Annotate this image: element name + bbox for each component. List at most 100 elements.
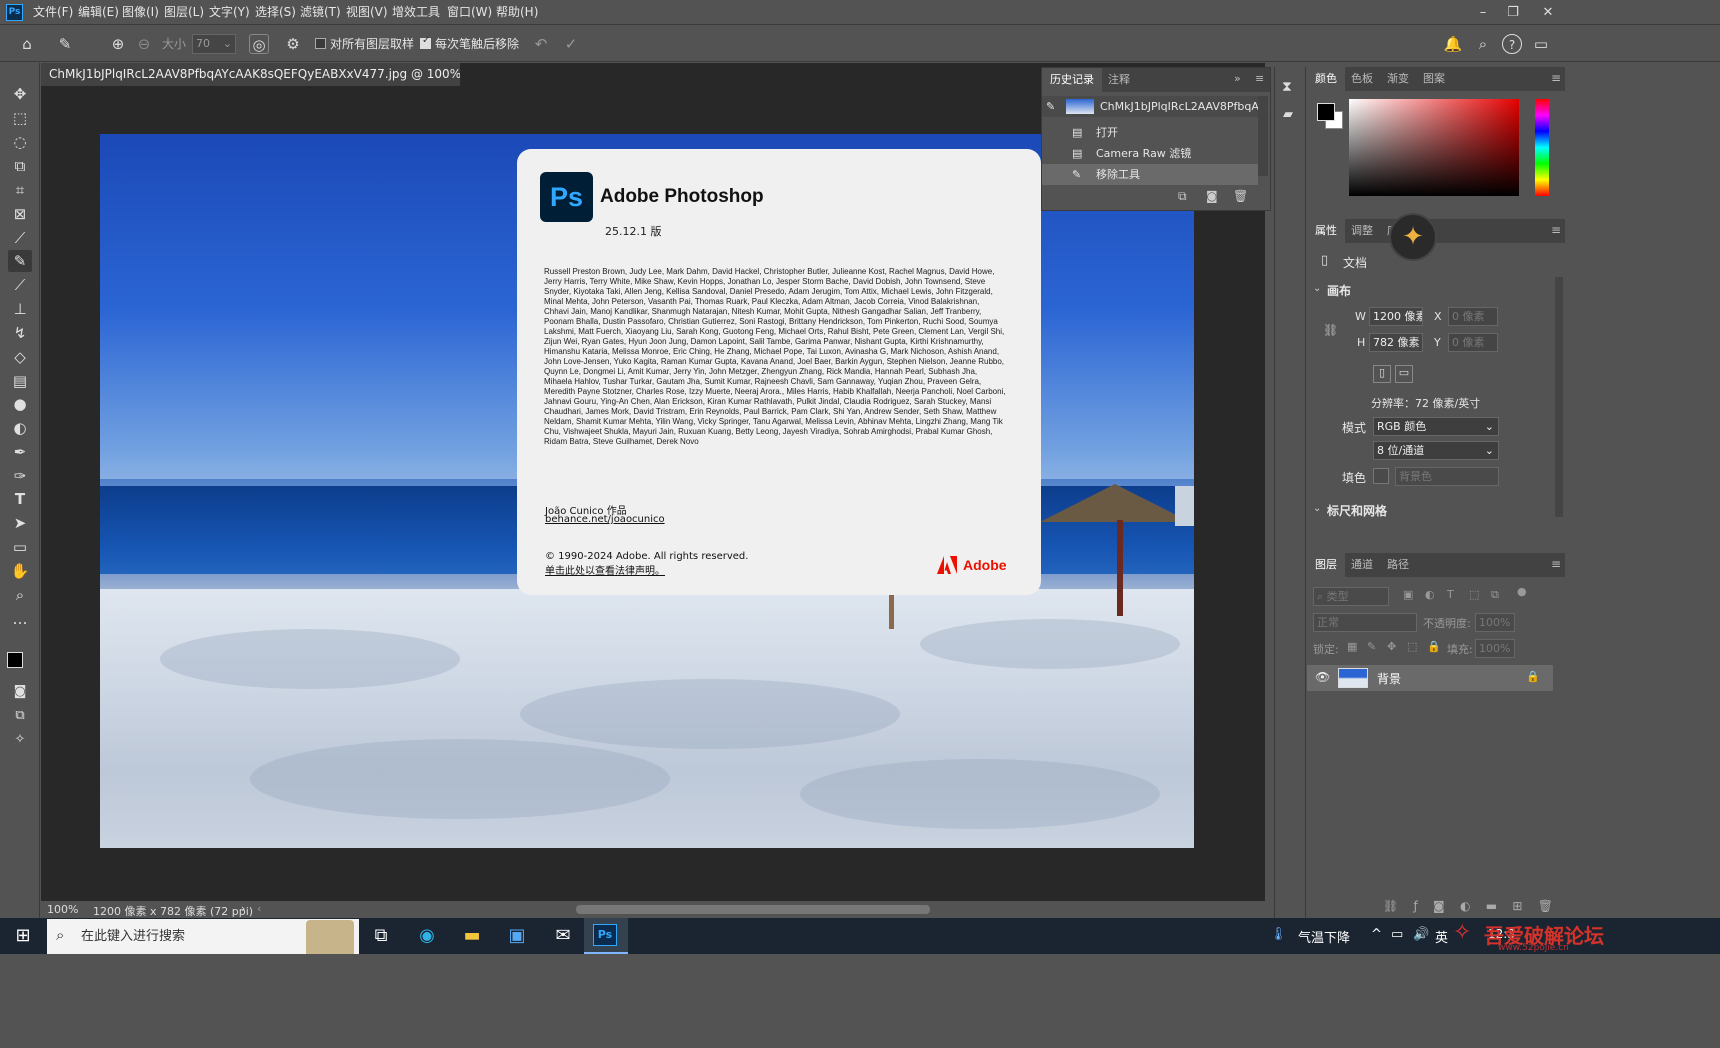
workspace-icon[interactable]: ▭ bbox=[1531, 34, 1551, 54]
search-icon[interactable]: ⌕ bbox=[1473, 34, 1493, 54]
menu-file[interactable]: 文件(F) bbox=[33, 0, 73, 25]
subtract-brush-icon[interactable]: ⊖ bbox=[134, 34, 154, 54]
home-icon[interactable]: ⌂ bbox=[17, 34, 37, 54]
fill-select[interactable]: 背景色 bbox=[1395, 467, 1499, 486]
lock-all-icon[interactable]: 🔒 bbox=[1427, 640, 1441, 653]
menu-window[interactable]: 窗口(W) bbox=[447, 0, 492, 25]
foreground-color-swatch[interactable] bbox=[7, 652, 23, 668]
quick-mask-icon[interactable]: ◙ bbox=[8, 681, 32, 703]
fg-swatch[interactable] bbox=[1317, 103, 1335, 121]
about-photoshop-dialog[interactable]: Ps Adobe Photoshop 25.12.1 版 Russell Pre… bbox=[517, 149, 1041, 595]
scroll-left-arrow[interactable]: ‹ bbox=[257, 902, 261, 915]
portrait-orientation-icon[interactable]: ▯ bbox=[1373, 365, 1391, 383]
notification-bell-icon[interactable]: 🔔 bbox=[1443, 34, 1463, 54]
filter-adjustment-icon[interactable]: ◐ bbox=[1425, 588, 1435, 601]
menu-layer[interactable]: 图层(L) bbox=[164, 0, 204, 25]
fill-color-swatch[interactable] bbox=[1373, 468, 1389, 484]
artwork-link[interactable]: behance.net/joaocunico bbox=[545, 514, 665, 525]
hand-tool-icon[interactable]: ✋ bbox=[8, 560, 32, 582]
adjustment-layer-icon[interactable]: ◐ bbox=[1460, 899, 1470, 913]
weather-text[interactable]: 气温下降 bbox=[1298, 927, 1350, 946]
history-brush-tool-icon[interactable]: ↯ bbox=[8, 322, 32, 344]
filter-shape-icon[interactable]: ⬚ bbox=[1469, 588, 1479, 601]
status-menu-arrow[interactable]: › bbox=[241, 902, 245, 915]
filter-toggle-icon[interactable]: ● bbox=[1517, 585, 1527, 598]
menu-help[interactable]: 帮助(H) bbox=[496, 0, 538, 25]
remove-tool-icon[interactable]: ✎ bbox=[55, 34, 75, 54]
tab-notes[interactable]: 注释 bbox=[1100, 68, 1138, 92]
network-icon[interactable]: ▭ bbox=[1391, 927, 1403, 942]
blend-mode-select[interactable]: 正常 bbox=[1313, 613, 1417, 632]
history-item-selected[interactable]: ✎ 移除工具 bbox=[1042, 164, 1258, 185]
eraser-tool-icon[interactable]: ◇ bbox=[8, 346, 32, 368]
y-input[interactable]: 0 像素 bbox=[1448, 333, 1498, 352]
menu-view[interactable]: 视图(V) bbox=[346, 0, 388, 25]
remove-after-stroke-checkbox[interactable] bbox=[420, 35, 431, 49]
new-document-from-state-icon[interactable]: ⧉ bbox=[1178, 189, 1187, 204]
photoshop-taskbar-button[interactable]: Ps bbox=[584, 918, 628, 954]
tab-adjustments[interactable]: 调整 bbox=[1343, 219, 1381, 243]
menu-filter[interactable]: 滤镜(T) bbox=[300, 0, 341, 25]
properties-menu-icon[interactable]: ≡ bbox=[1551, 223, 1561, 237]
layers-menu-icon[interactable]: ≡ bbox=[1551, 557, 1561, 571]
edge-browser-icon[interactable]: ◉ bbox=[412, 923, 442, 949]
lasso-tool-icon[interactable]: ◌ bbox=[8, 131, 32, 153]
undo-icon[interactable]: ↶ bbox=[531, 34, 551, 54]
windows-start-icon[interactable]: ⊞ bbox=[8, 923, 38, 949]
filter-smart-object-icon[interactable]: ⧉ bbox=[1491, 588, 1499, 602]
link-dimensions-icon[interactable]: ⛓ bbox=[1323, 323, 1338, 337]
move-tool-icon[interactable]: ✥ bbox=[8, 83, 32, 105]
opacity-input[interactable]: 100% bbox=[1475, 613, 1515, 632]
size-dropdown-icon[interactable]: ⌄ bbox=[223, 35, 232, 53]
delete-layer-icon[interactable]: 🗑 bbox=[1538, 899, 1553, 913]
hue-slider[interactable] bbox=[1535, 99, 1549, 196]
tab-channels[interactable]: 通道 bbox=[1343, 553, 1381, 577]
menu-edit[interactable]: 编辑(E) bbox=[78, 0, 119, 25]
document-tab[interactable]: ChMkJ1bJPlqIRcL2AAV8PfbqAYcAAK8sQEFQyEAB… bbox=[41, 63, 461, 86]
history-item[interactable]: ▤ 打开 bbox=[1042, 122, 1258, 143]
canvas-collapse-icon[interactable]: ⌄ bbox=[1313, 283, 1321, 294]
snapshot-camera-icon[interactable]: ◙ bbox=[1206, 189, 1218, 203]
file-explorer-icon[interactable]: ▬ bbox=[457, 923, 487, 949]
brush-tool-icon[interactable]: ⟋ bbox=[8, 274, 32, 296]
tab-layers[interactable]: 图层 bbox=[1307, 553, 1345, 577]
layer-name[interactable]: 背景 bbox=[1377, 670, 1401, 687]
tab-swatches[interactable]: 色板 bbox=[1343, 67, 1381, 91]
object-select-tool-icon[interactable]: ⧉ bbox=[8, 155, 32, 177]
new-layer-icon[interactable]: ⊞ bbox=[1512, 899, 1522, 913]
comments-panel-icon[interactable]: ▰ bbox=[1283, 107, 1293, 122]
link-layers-icon[interactable]: ⛓ bbox=[1383, 899, 1398, 913]
remove-tool-selected-icon[interactable]: ✎ bbox=[8, 250, 32, 272]
sample-all-layers-checkbox[interactable] bbox=[315, 38, 326, 49]
close-window-button[interactable]: ✕ bbox=[1532, 0, 1564, 25]
stamp-tool-icon[interactable]: ⊥ bbox=[8, 298, 32, 320]
bit-depth-select[interactable]: 8 位/通道 ⌄ bbox=[1373, 441, 1499, 460]
generative-icon[interactable]: ✧ bbox=[8, 729, 32, 751]
add-brush-icon[interactable]: ⊕ bbox=[108, 34, 128, 54]
history-panel-icon[interactable]: ⧗ bbox=[1282, 79, 1292, 95]
tab-gradients[interactable]: 渐变 bbox=[1379, 67, 1417, 91]
menu-plugins[interactable]: 增效工具 bbox=[392, 0, 440, 25]
landscape-orientation-icon[interactable]: ▭ bbox=[1395, 365, 1413, 383]
history-item[interactable]: ▤ Camera Raw 滤镜 bbox=[1042, 143, 1258, 164]
tab-patterns[interactable]: 图案 bbox=[1415, 67, 1453, 91]
width-input[interactable]: 1200 像素 bbox=[1369, 307, 1423, 326]
properties-scrollbar[interactable] bbox=[1555, 277, 1563, 517]
screen-mode-icon[interactable]: ⧉ bbox=[8, 705, 32, 727]
history-snapshot[interactable]: ✎ ChMkJ1bJPlqIRcL2AAV8PfbqA... bbox=[1042, 96, 1269, 117]
menu-select[interactable]: 选择(S) bbox=[255, 0, 296, 25]
tab-history[interactable]: 历史记录 bbox=[1042, 68, 1102, 92]
filter-pixel-icon[interactable]: ▣ bbox=[1403, 588, 1413, 601]
lock-pixels-icon[interactable]: ✎ bbox=[1367, 640, 1376, 653]
floating-bird-icon[interactable]: ✦ bbox=[1389, 213, 1437, 261]
menu-type[interactable]: 文字(Y) bbox=[209, 0, 250, 25]
rectangle-tool-icon[interactable]: ▭ bbox=[8, 536, 32, 558]
gradient-tool-icon[interactable]: ▤ bbox=[8, 370, 32, 392]
panel-menu-icon[interactable]: ≡ bbox=[1255, 72, 1264, 85]
tray-chevron-icon[interactable]: ^ bbox=[1371, 927, 1382, 942]
zoom-tool-icon[interactable]: ⌕ bbox=[8, 584, 32, 606]
microsoft-store-icon[interactable]: ▣ bbox=[502, 923, 532, 949]
ime-indicator[interactable]: 英 bbox=[1435, 927, 1448, 946]
legal-notice-link[interactable]: 单击此处以查看法律声明。 bbox=[545, 562, 665, 577]
menu-image[interactable]: 图像(I) bbox=[122, 0, 159, 25]
